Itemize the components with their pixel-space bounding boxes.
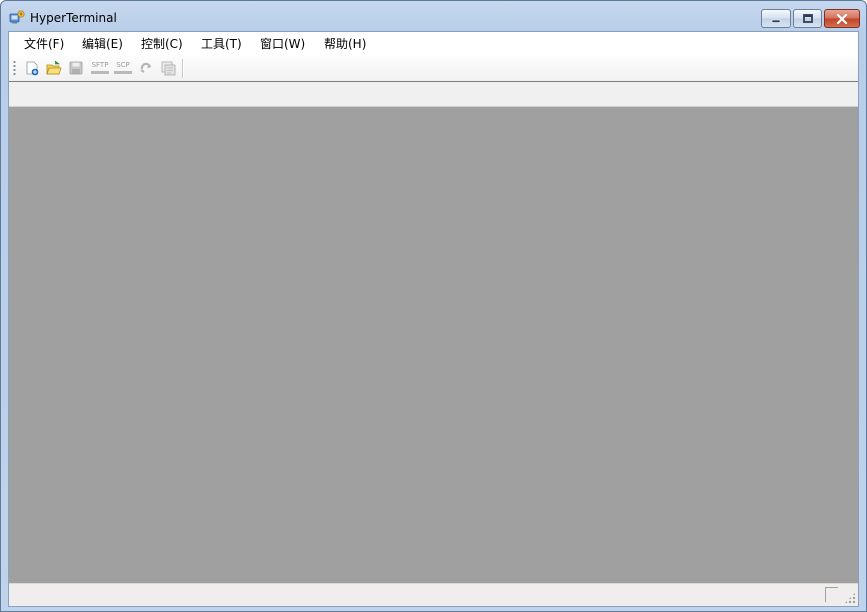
- resize-grip[interactable]: [844, 592, 856, 604]
- menu-window[interactable]: 窗口(W): [258, 35, 307, 53]
- open-folder-icon: [46, 60, 62, 75]
- new-session-button[interactable]: [22, 59, 42, 78]
- status-bar: [9, 583, 858, 606]
- menu-help[interactable]: 帮助(H): [322, 35, 368, 53]
- menu-bar: 文件(F) 编辑(E) 控制(C) 工具(T) 窗口(W) 帮助(H): [9, 32, 858, 56]
- new-session-icon: [26, 61, 39, 76]
- application-window: HyperTerminal 文件(F) 编辑(E) 控制(C) 工具(T) 窗口…: [0, 0, 867, 612]
- title-bar[interactable]: HyperTerminal: [1, 1, 866, 31]
- window-title: HyperTerminal: [30, 11, 117, 25]
- close-icon: [836, 13, 848, 24]
- reconnect-button[interactable]: [136, 59, 156, 78]
- status-panel: [825, 587, 838, 602]
- restore-button[interactable]: [793, 9, 822, 28]
- session-workspace[interactable]: [9, 107, 858, 584]
- sftp-icon: [91, 71, 109, 74]
- reconnect-icon: [140, 62, 152, 73]
- scp-icon: [114, 71, 132, 74]
- copy-window-button[interactable]: [158, 59, 178, 78]
- save-button[interactable]: [66, 59, 86, 78]
- toolbar: SFTP SCP: [9, 56, 858, 82]
- open-button[interactable]: [44, 59, 64, 78]
- hyperterminal-app-icon[interactable]: [9, 9, 25, 25]
- menu-file[interactable]: 文件(F): [22, 35, 66, 53]
- toolbar-grip[interactable]: [13, 60, 16, 77]
- menu-control[interactable]: 控制(C): [139, 35, 185, 53]
- caption-buttons: [759, 9, 860, 28]
- menu-tools[interactable]: 工具(T): [199, 35, 244, 53]
- toolbar-separator: [182, 59, 184, 78]
- minimize-button[interactable]: [761, 9, 791, 28]
- sftp-button[interactable]: SFTP: [90, 59, 110, 78]
- client-area: 文件(F) 编辑(E) 控制(C) 工具(T) 窗口(W) 帮助(H) SFTP…: [8, 31, 859, 607]
- menu-edit[interactable]: 编辑(E): [80, 35, 125, 53]
- close-button[interactable]: [824, 9, 860, 28]
- minimize-icon: [771, 19, 781, 23]
- sftp-label: SFTP: [91, 61, 109, 69]
- session-tab-bar: [9, 82, 858, 107]
- restore-icon: [802, 13, 813, 23]
- save-icon: [69, 61, 83, 75]
- copy-window-icon: [161, 61, 176, 76]
- scp-button[interactable]: SCP: [113, 59, 133, 78]
- scp-label: SCP: [116, 61, 130, 69]
